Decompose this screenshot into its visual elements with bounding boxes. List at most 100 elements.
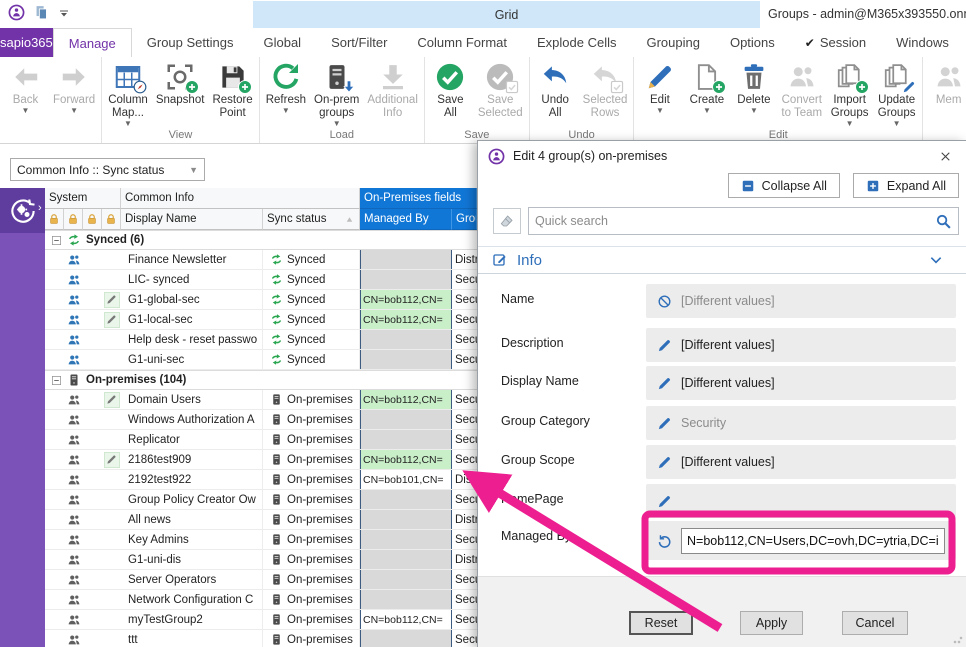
import-groups-button[interactable]: ImportGroups▼ [826, 59, 873, 128]
sync-status-cell[interactable]: On-premises [263, 490, 360, 509]
group-category-cell[interactable]: Secur [452, 630, 477, 647]
managed-by-cell[interactable] [360, 490, 452, 509]
update-groups-button[interactable]: UpdateGroups▼ [873, 59, 920, 128]
managed-by-cell[interactable]: CN=bob112,CN= [360, 310, 452, 329]
display-name-cell[interactable]: 2192test922 [121, 470, 263, 489]
close-button[interactable] [934, 145, 956, 167]
sync-status-cell[interactable]: On-premises [263, 430, 360, 449]
group-category-cell[interactable]: Secur [452, 330, 477, 349]
header-on-premises-fields[interactable]: On-Premises fields [360, 188, 477, 209]
sidebar-expand-icon[interactable]: › [38, 202, 42, 214]
display-name-cell[interactable]: 2186test909 [121, 450, 263, 469]
group-category-cell[interactable]: Distri [452, 250, 477, 269]
group-category-cell[interactable]: Secur [452, 410, 477, 429]
display-name-cell[interactable]: All news [121, 510, 263, 529]
display-name-cell[interactable]: Network Configuration C [121, 590, 263, 609]
field-value-button[interactable]: [Different values] [646, 328, 956, 362]
table-row[interactable]: Domain UsersOn-premisesCN=bob112,CN=Secu… [45, 390, 477, 410]
sync-status-cell[interactable]: On-premises [263, 530, 360, 549]
refresh-button[interactable]: Refresh▼ [262, 59, 310, 115]
field-value-button[interactable]: Security [646, 406, 956, 440]
grid-window-tab[interactable]: Grid [253, 1, 760, 28]
sync-status-cell[interactable]: Synced [263, 270, 360, 289]
table-row[interactable]: ReplicatorOn-premisesSecur [45, 430, 477, 450]
tab-group-settings[interactable]: Group Settings [132, 28, 249, 57]
lock-column-4[interactable] [102, 209, 121, 230]
chevron-down-icon[interactable] [928, 252, 944, 268]
table-row[interactable]: Group Policy Creator OwOn-premises Secur [45, 490, 477, 510]
lock-column-2[interactable] [64, 209, 83, 230]
group-category-cell[interactable]: Secur [452, 450, 477, 469]
group-category-cell[interactable]: Secur [452, 590, 477, 609]
field-value-button[interactable] [646, 484, 956, 518]
sync-status-cell[interactable]: On-premises [263, 510, 360, 529]
group-category-cell[interactable]: Distri [452, 550, 477, 569]
display-name-cell[interactable]: G1-local-sec [121, 310, 263, 329]
tab-manage[interactable]: Manage [53, 28, 132, 57]
info-section-header[interactable]: Info [478, 246, 966, 274]
save-all-button[interactable]: SaveAll [427, 59, 474, 120]
sync-status-cell[interactable]: On-premises [263, 590, 360, 609]
table-row[interactable]: All newsOn-premisesDistri [45, 510, 477, 530]
group-category-cell[interactable]: Secur [452, 350, 477, 369]
tab-column-format[interactable]: Column Format [402, 28, 522, 57]
tab-global[interactable]: Global [248, 28, 316, 57]
display-name-cell[interactable]: G1-uni-sec [121, 350, 263, 369]
table-row[interactable]: Server OperatorsOn-premises Secur [45, 570, 477, 590]
group-category-cell[interactable]: Secur [452, 490, 477, 509]
collapse-all-button[interactable]: Collapse All [728, 173, 840, 198]
search-input[interactable] [535, 214, 935, 228]
cancel-button[interactable]: Cancel [842, 611, 908, 635]
header-display-name[interactable]: Display Name [121, 209, 263, 230]
table-row[interactable]: G1-uni-secSyncedSecur [45, 350, 477, 370]
sync-status-cell[interactable]: On-premises [263, 450, 360, 469]
on-prem-groups-button[interactable]: On-premgroups▼ [310, 59, 363, 128]
header-managed-by[interactable]: Managed By [360, 209, 452, 230]
resize-grip[interactable] [953, 634, 963, 644]
managed-by-cell[interactable] [360, 430, 452, 449]
table-row[interactable]: Windows Authorization AOn-premises Secur [45, 410, 477, 430]
managed-by-cell[interactable]: CN=bob112,CN= [360, 450, 452, 469]
sync-status-cell[interactable]: On-premises [263, 570, 360, 589]
search-icon[interactable] [935, 213, 952, 230]
managed-by-cell[interactable]: CN=bob112,CN= [360, 390, 452, 409]
table-row[interactable]: Help desk - reset passwoSyncedSecur [45, 330, 477, 350]
reset-button[interactable]: Reset [629, 611, 693, 635]
managed-by-cell[interactable] [360, 270, 452, 289]
table-row[interactable]: 2186test909On-premisesCN=bob112,CN=Secur [45, 450, 477, 470]
display-name-cell[interactable]: G1-global-sec [121, 290, 263, 309]
display-name-cell[interactable]: Group Policy Creator Ow [121, 490, 263, 509]
view-selector-dropdown[interactable]: Common Info :: Sync status ▼ [10, 158, 205, 181]
apply-button[interactable]: Apply [740, 611, 803, 635]
managed-by-cell[interactable] [360, 350, 452, 369]
display-name-cell[interactable]: Key Admins [121, 530, 263, 549]
sync-status-cell[interactable]: On-premises [263, 610, 360, 629]
group-header-row[interactable]: On-premises (104) [45, 370, 477, 390]
tab-grouping[interactable]: Grouping [631, 28, 714, 57]
snapshot-button[interactable]: Snapshot [152, 59, 209, 107]
field-value-button[interactable]: [Different values] [646, 284, 956, 318]
group-category-cell[interactable]: Secur [452, 530, 477, 549]
sync-status-cell[interactable]: On-premises [263, 470, 360, 489]
tab-windows[interactable]: Windows [881, 28, 964, 57]
header-common-info[interactable]: Common Info [121, 188, 360, 209]
group-category-cell[interactable]: Secur [452, 570, 477, 589]
display-name-cell[interactable]: Help desk - reset passwo [121, 330, 263, 349]
display-name-cell[interactable]: Replicator [121, 430, 263, 449]
managed-by-cell[interactable] [360, 630, 452, 647]
table-row[interactable]: myTestGroup2On-premisesCN=bob112,CN=Secu… [45, 610, 477, 630]
expand-all-button[interactable]: Expand All [853, 173, 959, 198]
display-name-cell[interactable]: Windows Authorization A [121, 410, 263, 429]
managed-by-cell[interactable] [360, 570, 452, 589]
sync-status-cell[interactable]: On-premises [263, 410, 360, 429]
header-group-category[interactable]: Group [452, 209, 477, 230]
display-name-cell[interactable]: Finance Newsletter [121, 250, 263, 269]
group-category-cell[interactable]: Secur [452, 270, 477, 289]
table-row[interactable]: G1-local-secSyncedCN=bob112,CN=Secur [45, 310, 477, 330]
table-row[interactable]: Finance NewsletterSyncedDistri [45, 250, 477, 270]
managed-by-cell[interactable]: CN=bob112,CN= [360, 290, 452, 309]
table-row[interactable]: G1-uni-disOn-premisesDistri [45, 550, 477, 570]
display-name-cell[interactable]: Domain Users [121, 390, 263, 409]
managed-by-cell[interactable] [360, 530, 452, 549]
display-name-cell[interactable]: Server Operators [121, 570, 263, 589]
